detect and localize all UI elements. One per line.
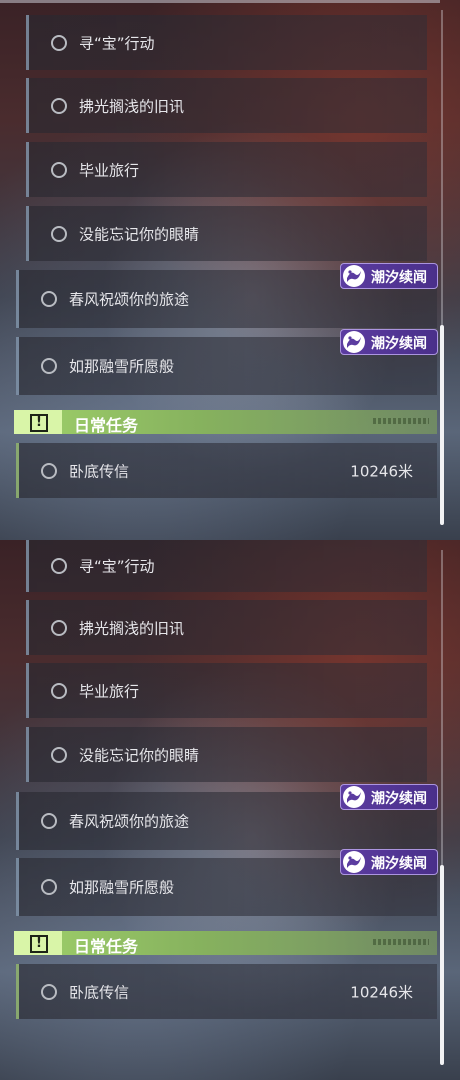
daily-quest-header: ! 日常任务 [14, 410, 437, 435]
ring-icon [41, 983, 57, 1000]
wave-logo-icon [343, 851, 365, 873]
quest-label: 毕业旅行 [79, 682, 140, 700]
daily-header-title: 日常任务 [74, 937, 139, 956]
quest-badge: 潮汐续闻 [340, 849, 438, 875]
header-decoration [373, 418, 429, 424]
quest-item[interactable]: 没能忘记你的眼睛 [26, 727, 427, 782]
quest-label: 卧底传信 [69, 462, 130, 480]
ring-icon [41, 291, 57, 307]
quest-distance: 10246米 [350, 983, 413, 1001]
daily-header-title: 日常任务 [74, 416, 139, 435]
quest-label: 卧底传信 [69, 983, 130, 1001]
quest-item-daily[interactable]: 卧底传信 10246米 [16, 443, 437, 498]
ring-icon [51, 746, 67, 763]
daily-quest-header: ! 日常任务 [14, 931, 437, 956]
badge-label: 潮汐续闻 [371, 856, 427, 872]
quest-item[interactable]: 拂光搁浅的旧讯 [26, 600, 427, 655]
wave-logo-icon [343, 786, 365, 808]
panel-top-divider [0, 0, 440, 3]
badge-label: 潮汐续闻 [371, 336, 427, 352]
ring-icon [41, 462, 57, 479]
quest-item[interactable]: 毕业旅行 [26, 663, 427, 718]
quest-label: 没能忘记你的眼睛 [79, 746, 200, 764]
quest-label: 拂光搁浅的旧讯 [79, 619, 185, 637]
quest-label: 如那融雪所愿般 [69, 357, 175, 376]
quest-badge: 潮汐续闻 [340, 263, 438, 289]
header-decoration [373, 939, 429, 945]
ring-icon [51, 225, 67, 242]
badge-label: 潮汐续闻 [371, 270, 427, 286]
scroll-thumb[interactable] [440, 325, 444, 525]
quest-label: 春风祝颂你的旅途 [69, 290, 190, 309]
quest-label: 毕业旅行 [79, 161, 140, 179]
quest-item[interactable]: 没能忘记你的眼睛 [26, 206, 427, 261]
ring-icon [51, 619, 67, 636]
quest-item[interactable]: 寻“宝”行动 [26, 15, 427, 70]
ring-icon [41, 813, 57, 829]
quest-label: 寻“宝”行动 [79, 557, 155, 576]
badge-label: 潮汐续闻 [371, 791, 427, 807]
ring-icon [51, 34, 67, 51]
scroll-thumb[interactable] [440, 865, 444, 1065]
quest-badge: 潮汐续闻 [340, 784, 438, 810]
quest-label: 春风祝颂你的旅途 [69, 812, 190, 831]
exclamation-icon: ! [14, 410, 62, 434]
quest-label: 没能忘记你的眼睛 [79, 225, 200, 243]
quest-label: 寻“宝”行动 [79, 34, 155, 52]
quest-panel-bottom: 寻“宝”行动 拂光搁浅的旧讯 毕业旅行 没能忘记你的眼睛 春风祝颂你的旅途 潮汐… [0, 540, 460, 1080]
quest-panel-top: 寻“宝”行动 拂光搁浅的旧讯 毕业旅行 没能忘记你的眼睛 春风祝颂你的旅途 潮汐… [0, 0, 460, 540]
ring-icon [41, 358, 57, 374]
ring-icon [51, 558, 67, 574]
ring-icon [51, 682, 67, 699]
quest-item[interactable]: 拂光搁浅的旧讯 [26, 78, 427, 133]
quest-badge: 潮汐续闻 [340, 329, 438, 355]
ring-icon [51, 161, 67, 178]
wave-logo-icon [343, 265, 365, 287]
ring-icon [51, 97, 67, 114]
wave-logo-icon [343, 331, 365, 353]
quest-distance: 10246米 [350, 462, 413, 480]
exclamation-icon: ! [14, 931, 62, 955]
quest-label: 拂光搁浅的旧讯 [79, 97, 185, 115]
quest-item[interactable]: 寻“宝”行动 [26, 540, 427, 592]
quest-item-daily[interactable]: 卧底传信 10246米 [16, 964, 437, 1019]
quest-label: 如那融雪所愿般 [69, 878, 175, 897]
quest-item[interactable]: 毕业旅行 [26, 142, 427, 197]
ring-icon [41, 879, 57, 895]
